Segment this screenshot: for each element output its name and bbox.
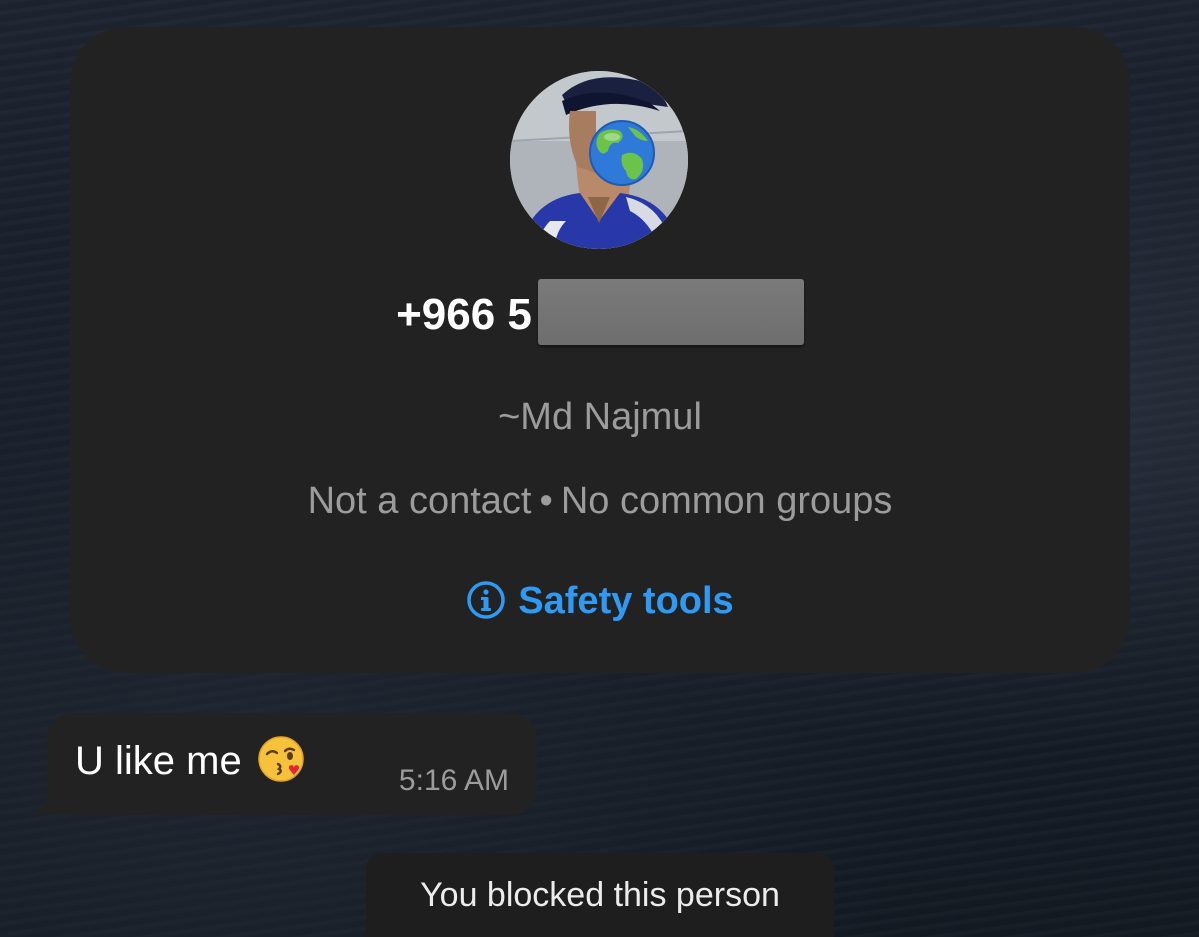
contact-status-line: Not a contact • No common groups <box>70 479 1130 523</box>
safety-tools-label: Safety tools <box>518 580 734 622</box>
blocked-notice-text: You blocked this person <box>420 876 780 914</box>
not-contact-label: Not a contact <box>307 480 532 522</box>
message-body: U like me <box>75 739 242 783</box>
blocked-notice[interactable]: You blocked this person <box>366 853 834 937</box>
common-groups-label: No common groups <box>560 480 893 522</box>
contact-info-card: +966 5 ~Md Najmul Not a contact • No commo… <box>70 27 1130 673</box>
info-icon <box>467 581 506 619</box>
incoming-message-bubble[interactable]: U like me 5:16 AM <box>47 713 537 815</box>
profile-avatar[interactable] <box>510 71 688 249</box>
face-blowing-kiss-emoji-icon <box>257 736 304 783</box>
separator-dot: • <box>539 480 553 522</box>
message-timestamp: 5:16 AM <box>398 764 509 797</box>
message-text: U like me <box>75 736 306 785</box>
phone-number-text: +966 5 <box>396 290 532 339</box>
redaction-block <box>537 279 804 346</box>
push-name: ~Md Najmul <box>498 396 702 438</box>
avatar-photo <box>510 71 688 249</box>
safety-tools-button[interactable]: Safety tools <box>70 579 1130 623</box>
phone-number: +966 5 <box>70 279 1130 346</box>
